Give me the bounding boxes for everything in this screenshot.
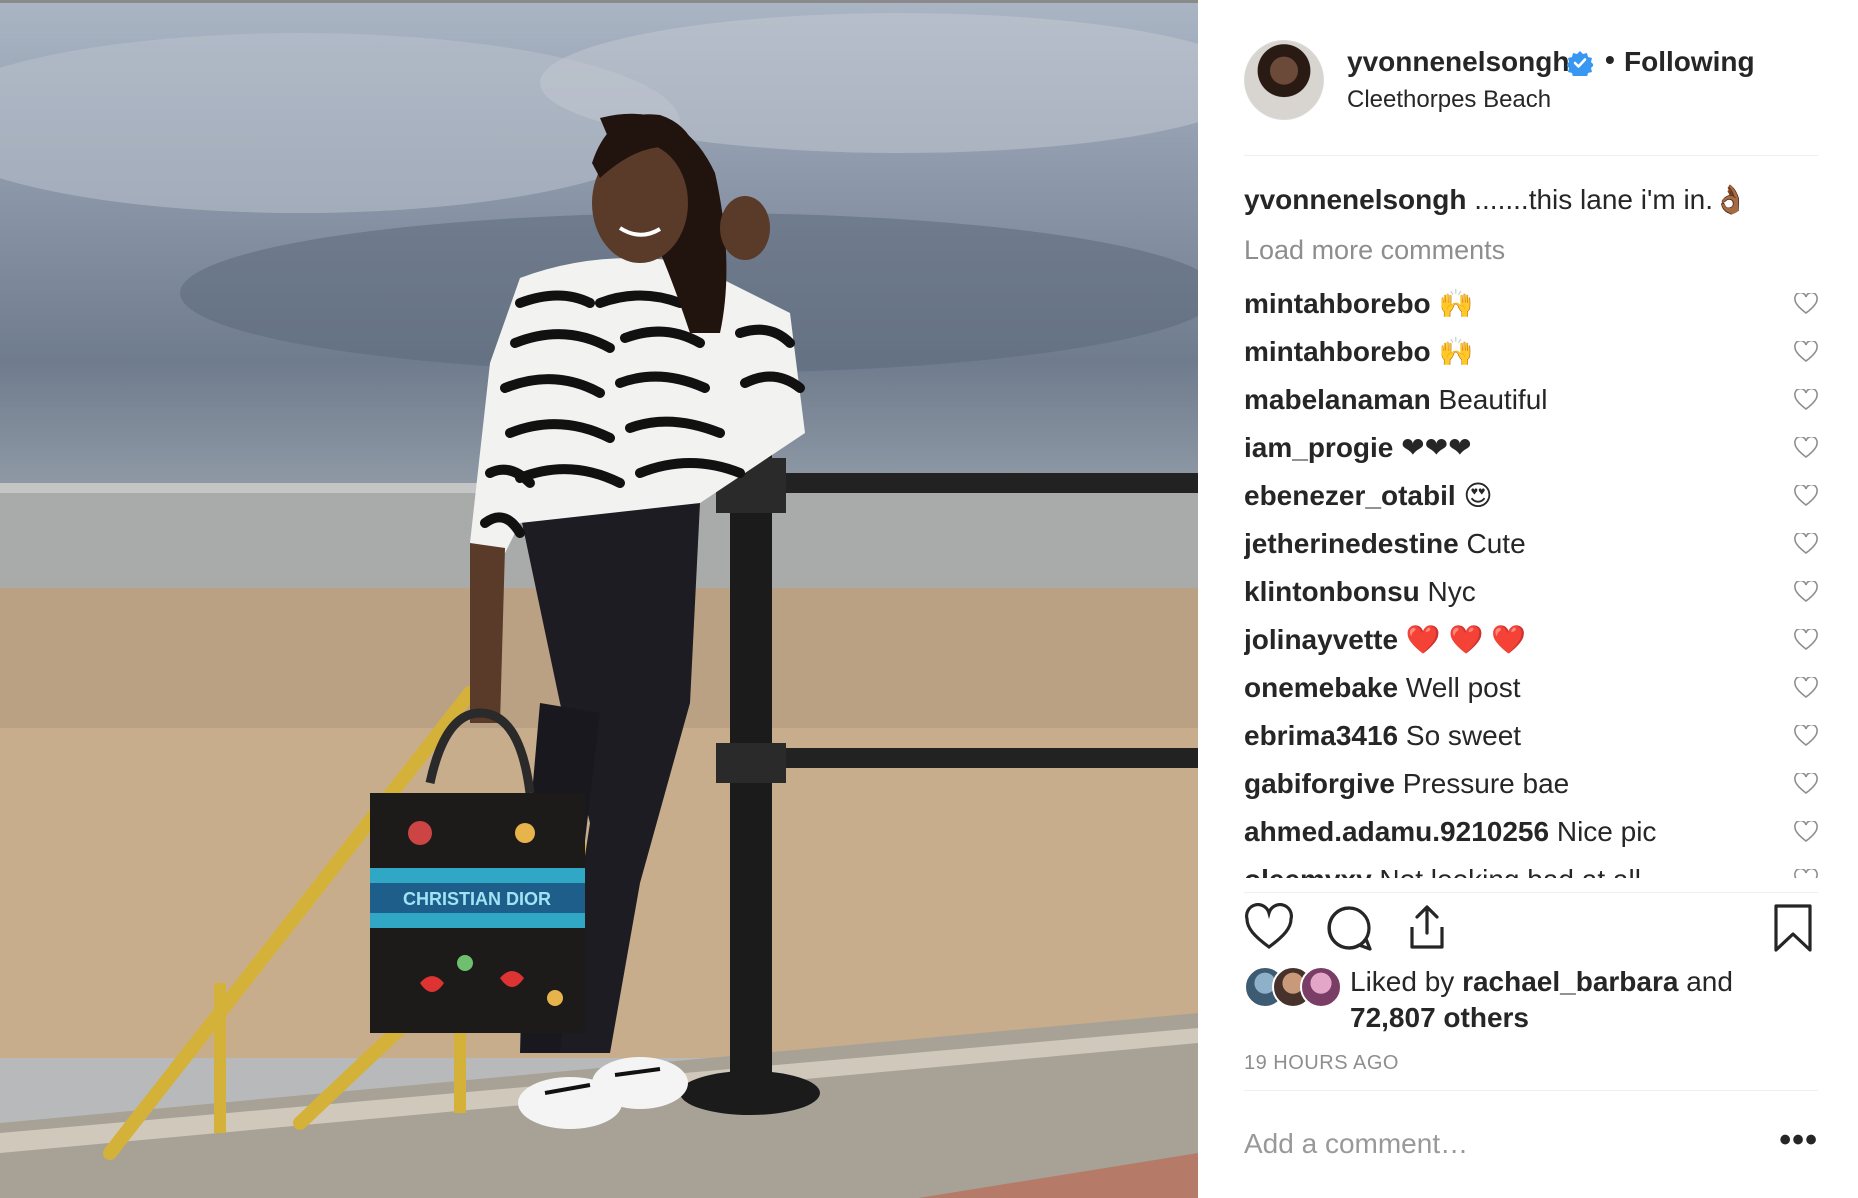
comment-username[interactable]: onemebake bbox=[1244, 672, 1398, 703]
comment-like-heart-icon[interactable] bbox=[1794, 485, 1818, 507]
liked-by-user[interactable]: rachael_barbara bbox=[1462, 966, 1678, 997]
more-options-icon[interactable]: ••• bbox=[1779, 1121, 1818, 1160]
comment-item: iam_progie ❤❤❤ bbox=[1244, 424, 1818, 472]
comment-text: ❤❤❤ bbox=[1401, 432, 1472, 463]
post-caption: yvonnenelsongh .......this lane i'm in.👌… bbox=[1244, 180, 1818, 220]
add-comment-row: ••• bbox=[1244, 1090, 1818, 1198]
comment-icon[interactable] bbox=[1324, 903, 1374, 953]
liked-by-prefix: Liked by bbox=[1350, 966, 1455, 997]
comment-item: mintahborebo 🙌 bbox=[1244, 328, 1818, 376]
comment-text: Nyc bbox=[1427, 576, 1476, 607]
bag-text: CHRISTIAN DIOR bbox=[403, 889, 551, 909]
comment-like-heart-icon[interactable] bbox=[1794, 341, 1818, 363]
comment-like-heart-icon[interactable] bbox=[1794, 869, 1818, 878]
comment-like-heart-icon[interactable] bbox=[1794, 677, 1818, 699]
comment-item: gabiforgive Pressure bae bbox=[1244, 760, 1818, 808]
likes-summary: Liked by rachael_barbara and 72,807 othe… bbox=[1244, 962, 1818, 1042]
comment-like-heart-icon[interactable] bbox=[1794, 389, 1818, 411]
comment-username[interactable]: iam_progie bbox=[1244, 432, 1393, 463]
comment-username[interactable]: gabiforgive bbox=[1244, 768, 1395, 799]
share-icon[interactable] bbox=[1402, 903, 1452, 953]
caption-text: .......this lane i'm in.👌🏾 bbox=[1474, 184, 1748, 215]
comment-username[interactable]: mabelanaman bbox=[1244, 384, 1431, 415]
add-comment-input[interactable] bbox=[1244, 1119, 1724, 1169]
post-location[interactable]: Cleethorpes Beach bbox=[1347, 86, 1551, 114]
comment-like-heart-icon[interactable] bbox=[1794, 821, 1818, 843]
post-header: yvonnenelsongh • Following Cleethorpes B… bbox=[1244, 38, 1818, 156]
comment-like-heart-icon[interactable] bbox=[1794, 293, 1818, 315]
post-photo[interactable]: CHRISTIAN DIOR bbox=[0, 0, 1198, 1198]
verified-badge-icon bbox=[1567, 51, 1593, 76]
comment-text: Pressure bae bbox=[1402, 768, 1570, 799]
post-timestamp[interactable]: 19 HOURS AGO bbox=[1244, 1052, 1399, 1075]
comments-list[interactable]: yvonnenelsongh .......this lane i'm in.👌… bbox=[1244, 180, 1818, 878]
comment-text: 🙌 bbox=[1438, 336, 1474, 367]
comment-item: onemebake Well post bbox=[1244, 664, 1818, 712]
comment-like-heart-icon[interactable] bbox=[1794, 629, 1818, 651]
comment-like-heart-icon[interactable] bbox=[1794, 725, 1818, 747]
comment-item: jetherinedestine Cute bbox=[1244, 520, 1818, 568]
comment-username[interactable]: oleemyxy bbox=[1244, 864, 1372, 878]
comment-item: klintonbonsu Nyc bbox=[1244, 568, 1818, 616]
comment-text: Well post bbox=[1405, 672, 1521, 703]
load-more-comments-button[interactable]: Load more comments bbox=[1244, 230, 1818, 270]
comment-item: ebenezer_otabil 😍 bbox=[1244, 472, 1818, 520]
post-photo-illustration: CHRISTIAN DIOR bbox=[0, 13, 1198, 1198]
bookmark-icon[interactable] bbox=[1768, 903, 1818, 953]
comment-username[interactable]: mintahborebo bbox=[1244, 288, 1431, 319]
liked-by-conjunction: and bbox=[1686, 966, 1733, 997]
comment-text: Beautiful bbox=[1438, 384, 1548, 415]
comment-item: ahmed.adamu.9210256 Nice pic bbox=[1244, 808, 1818, 856]
comment-item: mabelanaman Beautiful bbox=[1244, 376, 1818, 424]
follow-separator: • bbox=[1605, 44, 1615, 75]
heart-icon[interactable] bbox=[1244, 903, 1294, 953]
comment-like-heart-icon[interactable] bbox=[1794, 437, 1818, 459]
comment-text: ❤️ ❤️ ❤️ bbox=[1405, 624, 1526, 655]
comment-text: 😍 bbox=[1463, 480, 1493, 511]
comment-item: jolinayvette ❤️ ❤️ ❤️ bbox=[1244, 616, 1818, 664]
comment-like-heart-icon[interactable] bbox=[1794, 773, 1818, 795]
comment-text: Not looking bad at all bbox=[1379, 864, 1641, 878]
following-button[interactable]: Following bbox=[1624, 46, 1755, 78]
action-bar bbox=[1244, 892, 1818, 952]
liked-by-text: Liked by rachael_barbara and 72,807 othe… bbox=[1350, 964, 1733, 1036]
comment-username[interactable]: ebenezer_otabil bbox=[1244, 480, 1456, 511]
instagram-post: CHRISTIAN DIOR yvonnenelsongh • Followin… bbox=[0, 0, 1858, 1198]
liked-by-others[interactable]: 72,807 others bbox=[1350, 1002, 1529, 1033]
liker-avatars[interactable] bbox=[1244, 966, 1354, 1008]
caption-username[interactable]: yvonnenelsongh bbox=[1244, 184, 1466, 215]
comment-username[interactable]: jolinayvette bbox=[1244, 624, 1398, 655]
comment-item: ebrima3416 So sweet bbox=[1244, 712, 1818, 760]
comment-like-heart-icon[interactable] bbox=[1794, 581, 1818, 603]
comment-item: mintahborebo 🙌 bbox=[1244, 280, 1818, 328]
liker-avatar bbox=[1300, 966, 1342, 1008]
comment-username[interactable]: mintahborebo bbox=[1244, 336, 1431, 367]
comment-like-heart-icon[interactable] bbox=[1794, 533, 1818, 555]
comment-text: So sweet bbox=[1405, 720, 1522, 751]
author-avatar[interactable] bbox=[1244, 40, 1324, 120]
comment-item: oleemyxy Not looking bad at all bbox=[1244, 856, 1818, 878]
post-sidebar: yvonnenelsongh • Following Cleethorpes B… bbox=[1198, 0, 1858, 1198]
comment-username[interactable]: klintonbonsu bbox=[1244, 576, 1420, 607]
comment-username[interactable]: ebrima3416 bbox=[1244, 720, 1398, 751]
comment-text: Cute bbox=[1466, 528, 1526, 559]
comment-username[interactable]: jetherinedestine bbox=[1244, 528, 1459, 559]
comment-text: 🙌 bbox=[1438, 288, 1474, 319]
comment-username[interactable]: ahmed.adamu.9210256 bbox=[1244, 816, 1549, 847]
comment-text: Nice pic bbox=[1556, 816, 1657, 847]
author-username[interactable]: yvonnenelsongh bbox=[1347, 46, 1569, 78]
